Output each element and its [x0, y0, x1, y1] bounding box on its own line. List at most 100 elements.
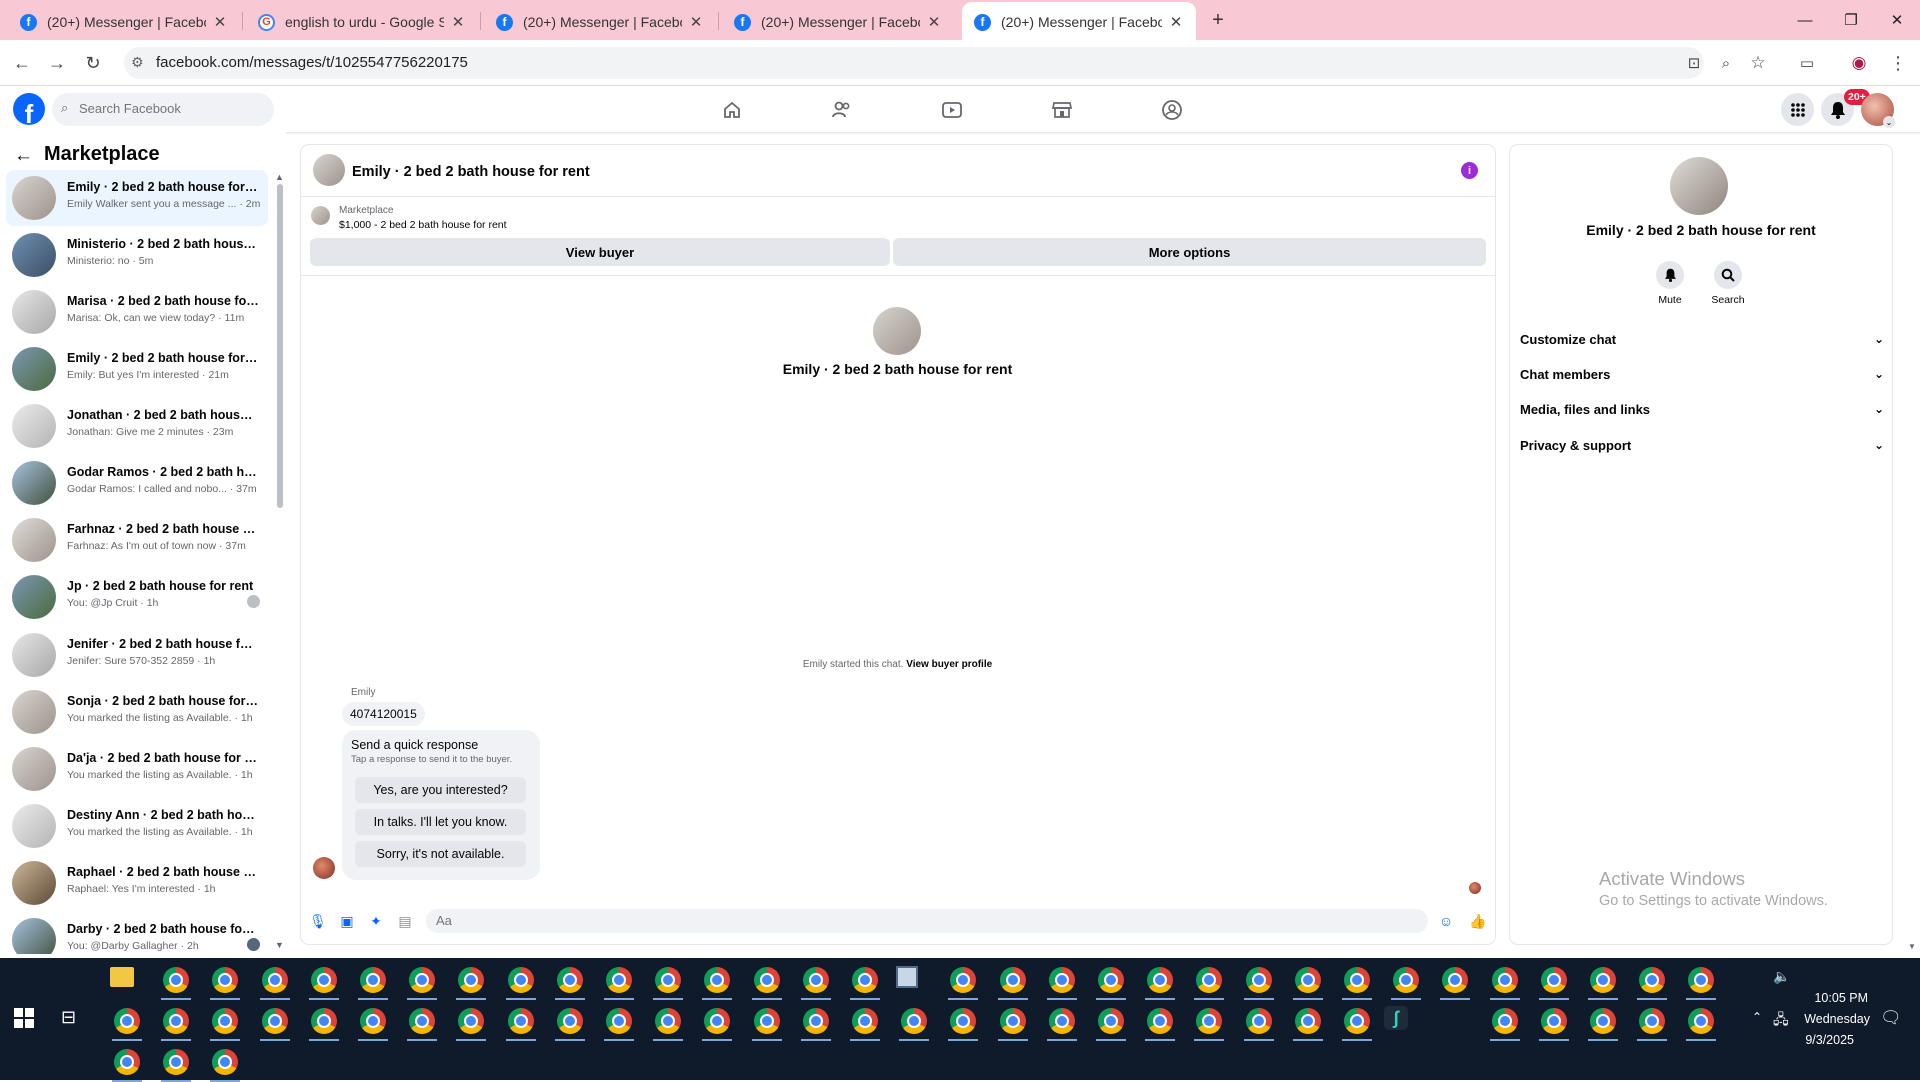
chrome-profile-icon[interactable] — [163, 1049, 190, 1075]
chrome-profile-icon[interactable] — [556, 1008, 583, 1034]
chat-members-section[interactable]: Chat members ⌄ — [1520, 359, 1884, 389]
message-bubble[interactable]: 4074120015 — [342, 702, 425, 726]
new-tab-button[interactable]: + — [1204, 6, 1232, 34]
conversation-item[interactable]: Jenifer · 2 bed 2 bath house for rent Jen… — [6, 627, 268, 683]
chrome-profile-icon[interactable] — [1245, 967, 1272, 993]
browser-menu-icon[interactable]: ⋮ — [1885, 50, 1911, 76]
file-explorer-icon[interactable] — [110, 967, 134, 987]
chrome-profile-icon[interactable] — [1147, 967, 1174, 993]
chrome-profile-icon[interactable] — [114, 1008, 140, 1034]
chrome-profile-icon[interactable] — [1147, 1008, 1174, 1034]
clock-time[interactable]: 10:05 PM — [1748, 991, 1868, 1005]
facebook-search[interactable]: ⌕ — [52, 93, 274, 126]
app-s-icon[interactable]: ʃ — [1384, 1006, 1408, 1030]
conversation-item[interactable]: Raphael · 2 bed 2 bath house for rent Rap… — [6, 855, 268, 911]
chrome-profile-icon[interactable] — [1098, 967, 1124, 993]
chrome-profile-icon[interactable] — [261, 967, 288, 993]
like-thumb-icon[interactable]: 👍 — [1468, 911, 1488, 931]
sticker-icon[interactable]: ✦ — [366, 911, 386, 931]
microphone-icon[interactable]: 🎙 — [308, 911, 328, 931]
chrome-profile-icon[interactable] — [655, 1008, 682, 1034]
close-icon[interactable]: ✕ — [1168, 13, 1184, 31]
conversation-item[interactable]: Darby · 2 bed 2 bath house for rent You: … — [6, 912, 268, 954]
scroll-up-icon[interactable]: ▲ — [275, 172, 284, 182]
chrome-profile-icon[interactable] — [163, 967, 190, 993]
conversation-item[interactable]: Emily · 2 bed 2 bath house for rent Emily… — [6, 170, 268, 226]
chat-avatar[interactable] — [313, 154, 345, 186]
chrome-profile-icon[interactable] — [1048, 1008, 1075, 1034]
conversation-item[interactable]: Jp · 2 bed 2 bath house for rent You: @Jp… — [6, 569, 268, 625]
browser-tab[interactable]: f (20+) Messenger | Facebook ✕ — [484, 4, 716, 40]
back-arrow-icon[interactable]: ← — [14, 145, 33, 167]
chrome-profile-icon[interactable] — [1048, 967, 1075, 993]
chrome-profile-icon[interactable] — [852, 1008, 878, 1034]
conversation-item[interactable]: Marisa · 2 bed 2 bath house for rent Mari… — [6, 284, 268, 340]
notification-center-icon[interactable]: 🗨 — [1880, 1008, 1902, 1028]
profile-icon[interactable]: ◉ — [1846, 50, 1872, 76]
view-buyer-button[interactable]: View buyer — [310, 238, 890, 266]
conversation-item[interactable]: Da'ja · 2 bed 2 bath house for rent You m… — [6, 741, 268, 797]
view-buyer-profile-link[interactable]: View buyer profile — [906, 659, 992, 670]
chrome-profile-icon[interactable] — [163, 1008, 190, 1034]
zoom-icon[interactable]: ⌕ — [1713, 50, 1739, 76]
customize-chat-section[interactable]: Customize chat ⌄ — [1520, 324, 1884, 354]
chrome-profile-icon[interactable] — [606, 1008, 632, 1034]
chrome-profile-icon[interactable] — [1294, 967, 1321, 993]
search-icon[interactable] — [1714, 261, 1742, 289]
privacy-support-section[interactable]: Privacy & support ⌄ — [1520, 430, 1884, 460]
volume-icon[interactable]: 🔈 — [1773, 968, 1790, 985]
chrome-profile-icon[interactable] — [556, 967, 583, 993]
chrome-profile-icon[interactable] — [360, 1008, 386, 1034]
video-icon[interactable] — [940, 99, 964, 121]
network-icon[interactable]: 🖧 — [1773, 1009, 1789, 1033]
task-view-icon[interactable]: ⊟ — [61, 1007, 76, 1028]
chrome-profile-icon[interactable] — [753, 1008, 780, 1034]
conversation-item[interactable]: Sonja · 2 bed 2 bath house for rent You m… — [6, 684, 268, 740]
chrome-profile-icon[interactable] — [1491, 967, 1518, 993]
scroll-down-icon[interactable]: ▼ — [275, 940, 284, 950]
quick-response-button[interactable]: In talks. I'll let you know. — [355, 809, 526, 835]
chrome-profile-icon[interactable] — [1540, 1008, 1567, 1034]
chrome-profile-icon[interactable] — [1393, 967, 1420, 993]
chrome-profile-icon[interactable] — [802, 1008, 829, 1034]
chrome-profile-icon[interactable] — [1098, 1008, 1124, 1034]
chevron-up-icon[interactable]: ⌃ — [1752, 1010, 1762, 1024]
reload-icon[interactable]: ↻ — [80, 50, 106, 76]
chrome-profile-icon[interactable] — [753, 967, 780, 993]
chrome-profile-icon[interactable] — [1639, 1008, 1666, 1034]
marketplace-icon[interactable] — [1050, 99, 1074, 121]
chrome-profile-icon[interactable] — [1344, 967, 1370, 993]
home-icon[interactable] — [720, 99, 744, 121]
chrome-profile-icon[interactable] — [852, 967, 878, 993]
chrome-profile-icon[interactable] — [1540, 967, 1567, 993]
back-icon[interactable]: ← — [9, 50, 35, 76]
bookmark-star-icon[interactable]: ☆ — [1745, 50, 1771, 76]
menu-grid-icon[interactable] — [1781, 93, 1814, 126]
chrome-profile-icon[interactable] — [310, 967, 337, 993]
close-icon[interactable]: ✕ — [688, 13, 704, 31]
chrome-profile-icon[interactable] — [409, 1008, 436, 1034]
gif-icon[interactable]: ▤ — [395, 911, 415, 931]
site-info-icon[interactable]: ⚙ — [131, 54, 144, 71]
chrome-profile-icon[interactable] — [409, 967, 436, 993]
chrome-profile-icon[interactable] — [1590, 967, 1616, 993]
chrome-profile-icon[interactable] — [1294, 1008, 1321, 1034]
chrome-profile-icon[interactable] — [999, 1008, 1026, 1034]
page-scroll-down-icon[interactable]: ▼ — [1908, 942, 1916, 951]
minimize-button[interactable]: — — [1782, 0, 1828, 40]
chrome-profile-icon[interactable] — [310, 1008, 337, 1034]
chrome-profile-icon[interactable] — [114, 1049, 140, 1075]
chrome-profile-icon[interactable] — [1344, 1008, 1370, 1034]
side-panel-icon[interactable]: ▭ — [1794, 50, 1820, 76]
close-icon[interactable]: ✕ — [926, 13, 942, 31]
groups-icon[interactable] — [1160, 99, 1184, 121]
chrome-profile-icon[interactable] — [360, 967, 386, 993]
close-icon[interactable]: ✕ — [450, 13, 466, 31]
quick-response-button[interactable]: Sorry, it's not available. — [355, 841, 526, 867]
friends-icon[interactable] — [830, 99, 854, 121]
chrome-profile-icon[interactable] — [1491, 1008, 1518, 1034]
conversation-item[interactable]: Farhnaz · 2 bed 2 bath house for rent Far… — [6, 512, 268, 568]
browser-tab-active[interactable]: f (20+) Messenger | Facebook ✕ — [962, 2, 1196, 42]
close-icon[interactable]: ✕ — [212, 13, 228, 31]
chat-title[interactable]: Emily · 2 bed 2 bath house for rent — [352, 164, 590, 180]
